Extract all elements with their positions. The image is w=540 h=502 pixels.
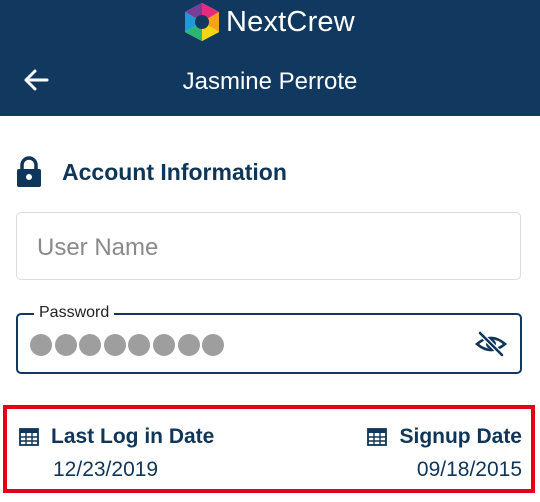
password-label: Password <box>34 304 115 322</box>
brand-name: NextCrew <box>226 5 355 38</box>
password-dot <box>103 334 126 356</box>
password-dot <box>54 334 77 356</box>
password-dot <box>79 334 102 356</box>
account-dates-panel: Last Log in Date 12/23/2019 Signup Date … <box>3 405 535 493</box>
signup-value: 09/18/2015 <box>416 458 522 481</box>
password-field[interactable]: Password <box>16 304 522 374</box>
brand-logo: NextCrew <box>182 0 355 44</box>
last-login-label-group: Last Log in Date <box>19 423 214 451</box>
password-dot <box>202 334 225 356</box>
signup-label-group: Signup Date <box>367 423 522 451</box>
last-login-label: Last Log in Date <box>51 425 215 448</box>
password-dot <box>30 334 52 356</box>
page-title: Jasmine Perrote <box>182 68 358 95</box>
password-masked-value <box>30 334 227 356</box>
password-dot <box>152 334 175 356</box>
eye-off-icon <box>475 331 507 357</box>
toggle-password-visibility-button[interactable] <box>474 330 508 358</box>
lock-icon <box>17 156 41 187</box>
section-title: Account Information <box>62 158 287 185</box>
app-bar: NextCrew Jasmine Perrote <box>0 0 540 116</box>
username-field[interactable] <box>16 212 521 280</box>
password-dot <box>177 334 200 356</box>
nextcrew-logo-icon <box>185 3 219 41</box>
signup-label: Signup Date <box>399 425 522 448</box>
calendar-grid-icon <box>19 428 39 446</box>
calendar-grid-icon <box>367 428 388 446</box>
section-header: Account Information <box>16 152 287 192</box>
last-login-value: 12/23/2019 <box>53 458 159 481</box>
username-input[interactable] <box>35 229 499 267</box>
password-dot <box>128 334 151 356</box>
